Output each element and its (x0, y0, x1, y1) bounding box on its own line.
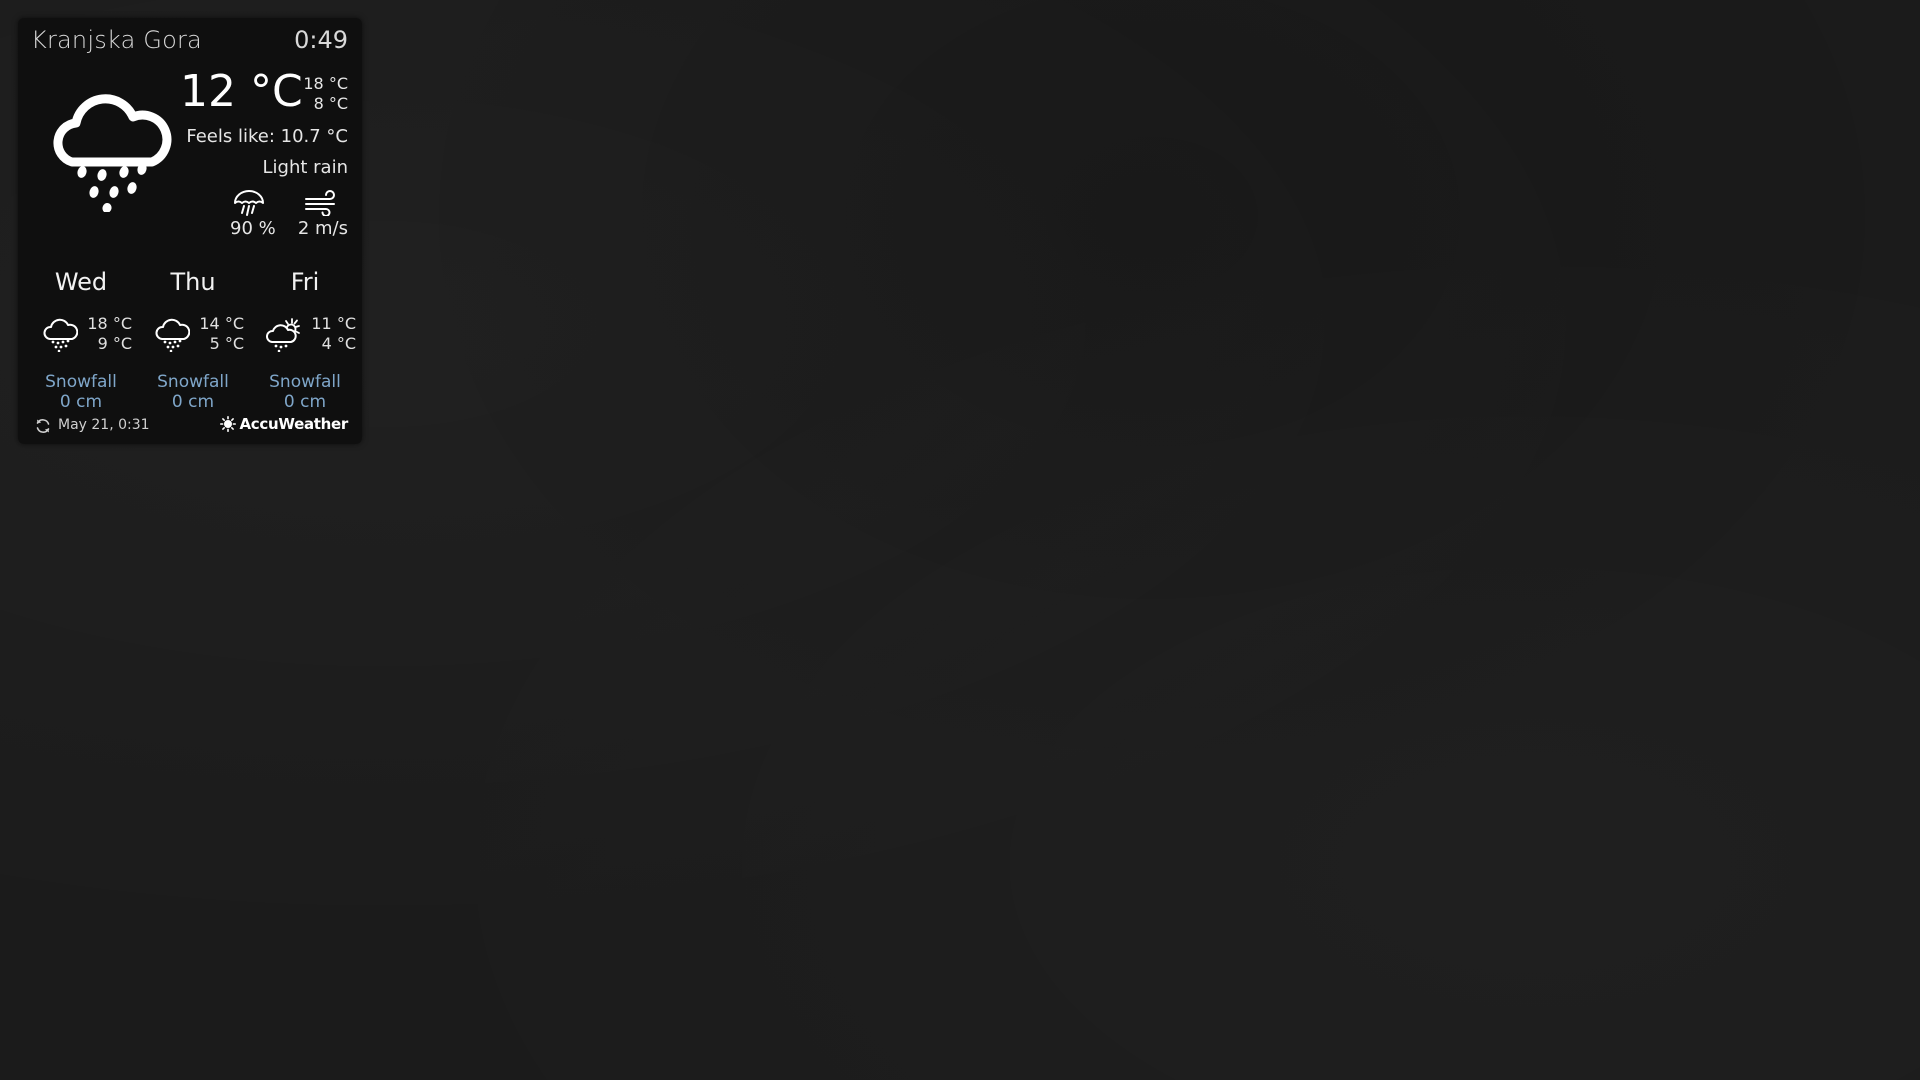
forecast-day-name: Thu (170, 268, 216, 296)
snowfall-value: 0 cm (283, 392, 327, 412)
accuweather-sun-icon (219, 416, 236, 432)
refresh-icon[interactable] (34, 417, 52, 435)
forecast-low: 9 °C (97, 334, 132, 353)
wind-value: 2 m/s (297, 218, 348, 239)
wind-icon (305, 190, 335, 216)
forecast-low: 4 °C (321, 334, 356, 353)
accuweather-logo[interactable]: AccuWeather (219, 415, 349, 433)
forecast-high-low: 14 °C 5 °C (199, 314, 244, 354)
snowfall-value: 0 cm (171, 392, 215, 412)
forecast-day-name: Fri (290, 268, 320, 296)
condition-text: Light rain (262, 157, 348, 178)
today-high-low: 18 °C 8 °C (303, 74, 348, 114)
forecast-day-wed: Wed 18 °C 9 °C Snowfall 0 cm (28, 268, 134, 418)
forecast-high-low: 11 °C 4 °C (311, 314, 356, 354)
forecast-day-thu: Thu 14 °C 5 °C Snowfall 0 cm (140, 268, 246, 418)
forecast-high: 11 °C (311, 314, 356, 333)
snowfall-value: 0 cm (59, 392, 103, 412)
provider-name: AccuWeather (239, 415, 349, 433)
forecast-high: 18 °C (87, 314, 132, 333)
rain-cloud-icon (43, 318, 78, 352)
forecast-day-fri: Fri 11 °C 4 °C Snowfall 0 cm (252, 268, 358, 418)
location-name: Kranjska Gora (31, 26, 202, 54)
forecast-high-low: 18 °C 9 °C (87, 314, 132, 354)
today-high: 18 °C (303, 74, 348, 93)
forecast-day-name: Wed (54, 268, 108, 296)
umbrella-rain-icon (234, 190, 264, 216)
snowfall-label: Snowfall (269, 372, 341, 392)
forecast-low: 5 °C (209, 334, 244, 353)
clock-time: 0:49 (294, 26, 348, 54)
rain-cloud-icon (53, 94, 172, 212)
partly-sunny-cloud-icon (266, 318, 300, 352)
snowfall-label: Snowfall (45, 372, 117, 392)
weather-widget: Kranjska Gora 0:49 12 °C 18 °C 8 °C Feel… (18, 18, 362, 444)
precipitation-value: 90 % (230, 218, 276, 239)
rain-cloud-icon (155, 318, 190, 352)
forecast-high: 14 °C (199, 314, 244, 333)
current-temperature: 12 °C (180, 66, 303, 117)
last-updated: May 21, 0:31 (58, 417, 150, 433)
feels-like: Feels like: 10.7 °C (186, 126, 348, 147)
today-low: 8 °C (313, 94, 348, 113)
snowfall-label: Snowfall (157, 372, 229, 392)
